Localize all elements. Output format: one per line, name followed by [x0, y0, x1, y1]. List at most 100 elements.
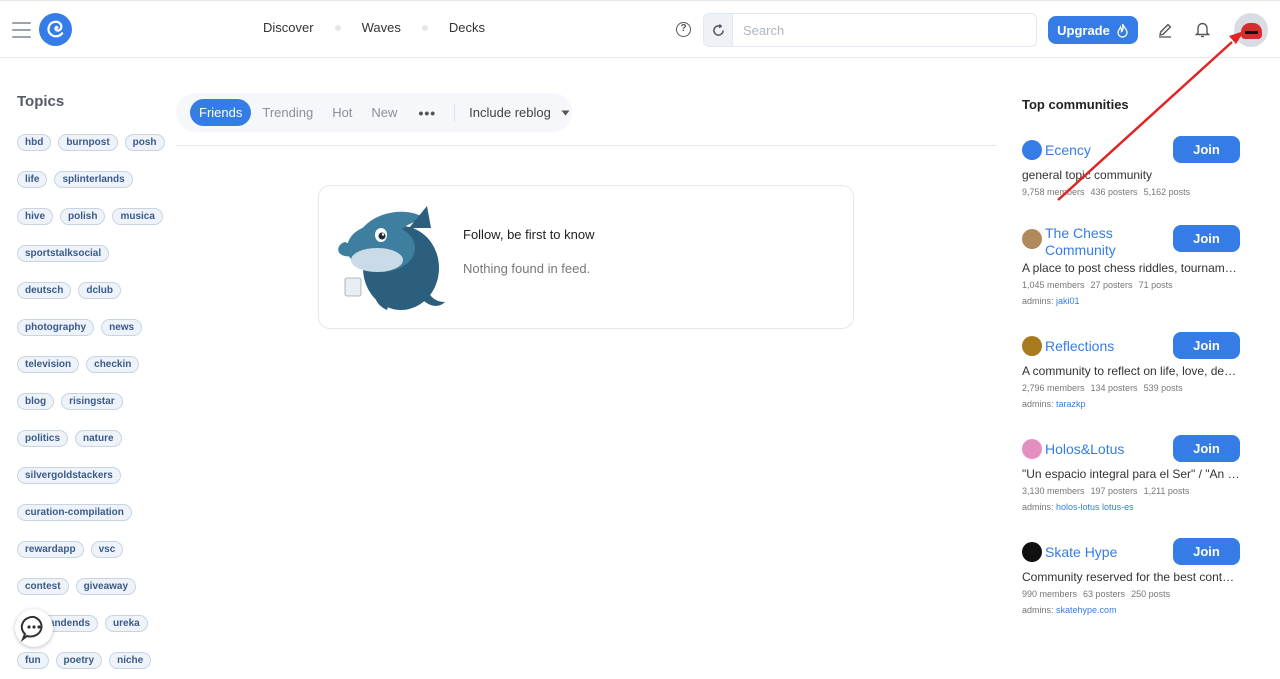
admins-label: admins: — [1022, 399, 1054, 409]
topic-tag[interactable]: news — [101, 319, 143, 336]
user-avatar[interactable] — [1234, 13, 1268, 47]
community-icon[interactable] — [1022, 336, 1042, 356]
admins-label: admins: — [1022, 296, 1054, 306]
join-button[interactable]: Join — [1173, 332, 1240, 359]
topic-tag[interactable]: burnpost — [58, 134, 118, 151]
admin-link[interactable]: tarazkp — [1056, 399, 1086, 409]
community-admins: admins: tarazkp — [1022, 399, 1086, 409]
members-count: 1,045 members — [1022, 280, 1085, 290]
join-button[interactable]: Join — [1173, 435, 1240, 462]
topic-tag[interactable]: ureka — [105, 615, 148, 632]
more-options-icon[interactable]: ••• — [408, 105, 446, 121]
include-reblog-dropdown[interactable]: Include reblog — [463, 105, 570, 120]
flame-icon — [1117, 23, 1128, 38]
join-button[interactable]: Join — [1173, 538, 1240, 565]
topic-tag[interactable]: silvergoldstackers — [17, 467, 121, 484]
community-icon[interactable] — [1022, 229, 1042, 249]
topic-tag[interactable]: giveaway — [75, 578, 137, 595]
help-icon[interactable]: ? — [676, 22, 691, 37]
topic-tag[interactable]: posh — [124, 134, 165, 151]
refresh-icon[interactable] — [704, 14, 733, 46]
topic-tag[interactable]: television — [17, 356, 80, 373]
community-icon[interactable] — [1022, 140, 1042, 160]
topic-tag[interactable]: dclub — [78, 282, 122, 299]
main-nav: Discover Waves Decks — [255, 20, 493, 35]
community-stats: 990 members 63 posters 250 posts — [1022, 589, 1176, 599]
topic-tag[interactable]: contest — [17, 578, 69, 595]
community-description: A place to post chess riddles, tournamen… — [1022, 261, 1240, 275]
admins-label: admins: — [1022, 502, 1054, 512]
nav-separator-dot — [421, 24, 428, 31]
menu-hamburger-icon[interactable] — [12, 22, 31, 38]
topic-tag[interactable]: musica — [112, 208, 163, 225]
community-icon[interactable] — [1022, 542, 1042, 562]
community-description: general topic community — [1022, 168, 1153, 182]
topic-tag[interactable]: splinterlands — [54, 171, 133, 188]
topic-tag[interactable]: checkin — [86, 356, 140, 373]
upgrade-button[interactable]: Upgrade — [1048, 16, 1138, 44]
empty-feed-card: Follow, be first to know Nothing found i… — [318, 185, 854, 329]
members-count: 9,758 members — [1022, 187, 1085, 197]
community-name[interactable]: Holos&Lotus — [1045, 441, 1170, 458]
join-button[interactable]: Join — [1173, 136, 1240, 163]
community-stats: 3,130 members 197 posters 1,211 posts — [1022, 486, 1195, 496]
ecency-logo[interactable] — [39, 13, 72, 46]
admin-link[interactable]: holos-lotus lotus-es — [1056, 502, 1134, 512]
posts-count: 539 posts — [1143, 383, 1183, 393]
members-count: 2,796 members — [1022, 383, 1085, 393]
search-input[interactable] — [734, 14, 1034, 46]
topic-tag[interactable]: vsc — [90, 541, 124, 558]
caret-down-icon — [561, 110, 570, 115]
chat-button[interactable] — [15, 609, 53, 647]
admin-link[interactable]: jaki01 — [1056, 296, 1080, 306]
topic-tag[interactable]: deutsch — [17, 282, 72, 299]
topic-tag[interactable]: hbd — [17, 134, 52, 151]
tab-trending[interactable]: Trending — [254, 99, 321, 126]
topic-tag[interactable]: photography — [17, 319, 95, 336]
feed-divider — [176, 145, 996, 146]
community-name[interactable]: The Chess Community — [1045, 225, 1170, 259]
community-description: "Un espacio integral para el Ser" / "An … — [1022, 467, 1240, 481]
nav-decks[interactable]: Decks — [441, 20, 493, 35]
tab-new[interactable]: New — [363, 99, 405, 126]
topic-tag[interactable]: life — [17, 171, 48, 188]
posters-count: 63 posters — [1083, 589, 1126, 599]
topic-tag[interactable]: rewardapp — [17, 541, 84, 558]
nav-waves[interactable]: Waves — [354, 20, 409, 35]
pencil-icon[interactable] — [1157, 22, 1173, 38]
avatar-eyes — [1245, 31, 1258, 34]
community-name[interactable]: Ecency — [1045, 142, 1170, 159]
topic-tag[interactable]: nature — [75, 430, 122, 447]
topic-tag[interactable]: risingstar — [61, 393, 123, 410]
community-description: A community to reflect on life, love, de… — [1022, 364, 1240, 378]
posters-count: 197 posters — [1090, 486, 1138, 496]
topic-tag[interactable]: polish — [60, 208, 106, 225]
posts-count: 71 posts — [1138, 280, 1173, 290]
topic-tag[interactable]: hive — [17, 208, 54, 225]
join-button[interactable]: Join — [1173, 225, 1240, 252]
posts-count: 1,211 posts — [1143, 486, 1190, 496]
topic-tag[interactable]: politics — [17, 430, 69, 447]
topic-tag[interactable]: sportstalksocial — [17, 245, 110, 262]
community-admins: admins: skatehype.com — [1022, 605, 1117, 615]
topic-tag[interactable]: curation-compilation — [17, 504, 132, 521]
community-name[interactable]: Reflections — [1045, 338, 1170, 355]
feed-tabs-bar: Friends Trending Hot New ••• Include reb… — [176, 93, 572, 132]
posts-count: 250 posts — [1131, 589, 1171, 599]
tab-friends[interactable]: Friends — [190, 99, 252, 126]
bell-icon[interactable] — [1195, 21, 1210, 38]
nav-discover[interactable]: Discover — [255, 20, 322, 35]
admin-link[interactable]: skatehype.com — [1056, 605, 1117, 615]
tabs-separator — [454, 103, 456, 122]
community-name[interactable]: Skate Hype — [1045, 544, 1170, 561]
upgrade-label: Upgrade — [1057, 22, 1110, 38]
topics-tag-list: hbd burnpost posh life splinterlands hive poli… — [17, 134, 167, 679]
tab-hot[interactable]: Hot — [324, 99, 360, 126]
community-admins: admins: holos-lotus lotus-es — [1022, 502, 1134, 512]
members-count: 990 members — [1022, 589, 1078, 599]
topic-tag[interactable]: blog — [17, 393, 55, 410]
empty-feed-message: Nothing found in feed. — [463, 261, 591, 276]
posters-count: 27 posters — [1090, 280, 1133, 290]
community-icon[interactable] — [1022, 439, 1042, 459]
posters-count: 436 posters — [1090, 187, 1138, 197]
